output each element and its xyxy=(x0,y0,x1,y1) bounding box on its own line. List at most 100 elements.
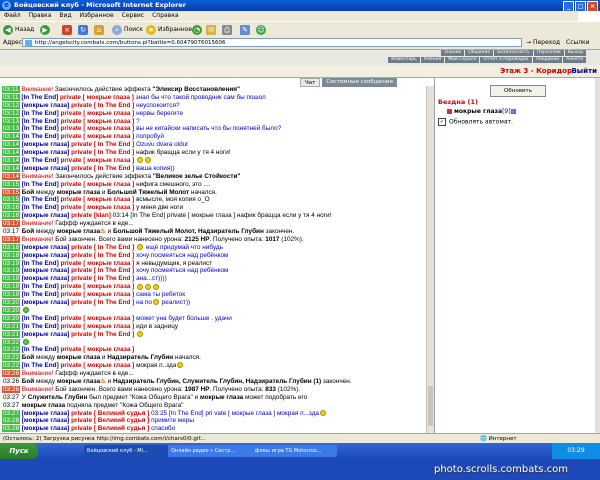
go-button[interactable]: → Переход xyxy=(526,39,560,46)
chat-timestamp[interactable]: 03:28 xyxy=(2,417,20,425)
chat-sender[interactable]: [In The End] xyxy=(22,118,59,125)
chat-timestamp[interactable]: 03:14 xyxy=(2,157,20,165)
chat-timestamp[interactable]: 03:21 xyxy=(2,330,20,338)
forward-button[interactable]: ▶ xyxy=(40,24,52,36)
chat-timestamp[interactable]: 03:28 xyxy=(2,425,20,433)
chat-private-target[interactable]: private [ In The End ] xyxy=(69,165,136,172)
chat-sender[interactable]: [мокрые глаза] xyxy=(22,425,70,432)
chat-timestamp[interactable]: 03:11 xyxy=(2,93,20,101)
chat-private-target[interactable]: private [ мокрые глаза ] xyxy=(59,315,136,322)
chat-private-target[interactable]: private [ мокрые глаза ] xyxy=(59,125,136,132)
chat-sender[interactable]: [In The End] xyxy=(22,260,59,267)
chat-private-target[interactable]: private [ Великий судья ] xyxy=(69,417,151,424)
chat-private-target[interactable]: private [ мокрые глаза ] xyxy=(59,283,136,290)
chat-sender[interactable]: [In The End] xyxy=(22,362,59,369)
search-button[interactable]: ⌕ Поиск xyxy=(112,24,143,36)
nav-skills[interactable]: Умения xyxy=(420,57,445,63)
chat-private-target[interactable]: private [ In The End ] xyxy=(69,244,136,251)
chat-private-target[interactable]: private [ In The End ] xyxy=(69,141,136,148)
chat-timestamp[interactable]: 03:22 xyxy=(2,338,20,346)
chat-sender[interactable]: [мокрые глаза] xyxy=(22,252,70,259)
chat-timestamp[interactable]: 03:18 xyxy=(2,243,20,251)
links-button[interactable]: Ссылки xyxy=(566,39,590,46)
chat-sender[interactable]: [In The End] xyxy=(22,291,59,298)
chat-timestamp[interactable]: 03:27 xyxy=(2,409,20,417)
chat-sender[interactable]: [мокрые глаза] xyxy=(22,331,70,338)
nav-inventory[interactable]: Инвентарь xyxy=(388,57,420,63)
chat-sender[interactable]: [In The End] xyxy=(21,94,58,101)
chat-private-target[interactable]: private [ мокрые глаза ] xyxy=(59,157,136,164)
chat-timestamp[interactable]: 03:19 xyxy=(2,291,20,299)
task-radio[interactable]: Онлайн радио » Систр... xyxy=(168,445,253,457)
chat-private-target[interactable]: private [ In The End ] xyxy=(69,252,136,259)
nav-duels[interactable]: Поединки xyxy=(532,57,563,63)
chat-private-target[interactable]: private [ мокрые глаза ] xyxy=(59,196,136,203)
menu-file[interactable]: Файл xyxy=(4,12,21,19)
favorites-button[interactable]: ★ Избранное xyxy=(146,24,192,36)
player-name[interactable]: мокрые глаза xyxy=(454,108,502,115)
chat-private-target[interactable]: private [ Великий судья ] xyxy=(69,425,151,432)
chat-sender[interactable]: [мокрые глаза] xyxy=(22,212,70,219)
print-button[interactable]: ⎙ xyxy=(222,24,234,36)
chat-timestamp[interactable]: 03:17 xyxy=(2,220,20,228)
chat-timestamp[interactable]: 03:20 xyxy=(2,314,20,322)
nav-transfer-report[interactable]: Отчет о переводах xyxy=(480,57,532,63)
chat-sender[interactable]: [мокрые глаза] xyxy=(22,141,70,148)
chat-sender[interactable]: [мокрые глаза] xyxy=(22,102,70,109)
chat-timestamp[interactable]: 03:16 xyxy=(2,212,20,220)
task-flash-game[interactable]: флеш игра TG Motocros... xyxy=(252,445,337,457)
chat-timestamp[interactable]: 03:27 xyxy=(2,394,20,401)
chat-timestamp[interactable]: 03:19 xyxy=(2,267,20,275)
chat-timestamp[interactable]: 03:18 xyxy=(2,251,20,259)
system-tray[interactable]: 03:29 xyxy=(552,443,600,459)
chat-private-target[interactable]: private [ In The End ] xyxy=(69,331,136,338)
stop-button[interactable]: × xyxy=(62,24,74,36)
chat-timestamp[interactable]: 03:13 xyxy=(2,125,20,133)
chat-timestamp[interactable]: 03:13 xyxy=(2,117,20,125)
chat-sender[interactable]: [мокрые глаза] xyxy=(22,299,70,306)
chat-sender[interactable]: [In The End] xyxy=(22,346,59,353)
chat-sender[interactable]: [In The End] xyxy=(22,125,59,132)
chat-scrollbar[interactable] xyxy=(426,86,434,462)
nav-communication[interactable]: Общение xyxy=(465,50,494,56)
chat-sender[interactable]: [мокрые глаза] xyxy=(22,275,70,282)
chat-timestamp[interactable]: 03:12 xyxy=(2,101,20,109)
refresh-room-button[interactable]: Обновить xyxy=(490,85,546,97)
menu-view[interactable]: Вид xyxy=(59,12,71,19)
chat-sender[interactable]: [In The End] xyxy=(22,196,59,203)
chat-timestamp[interactable]: 03:27 xyxy=(2,402,20,409)
menu-help[interactable]: Справка xyxy=(152,12,178,19)
refresh-button[interactable]: ↻ xyxy=(78,24,90,36)
chat-private-target[interactable]: private [ мокрые глаза ] xyxy=(58,94,135,101)
chat-private-target[interactable]: private [ мокрые глаза ] xyxy=(59,133,136,140)
info-icon[interactable]: i xyxy=(510,109,516,114)
chat-timestamp[interactable]: 03:14 xyxy=(2,172,20,180)
nav-exit[interactable]: Выход xyxy=(564,50,586,56)
chat-timestamp[interactable]: 03:22 xyxy=(2,362,20,370)
chat-sender[interactable]: [мокрые глаза] xyxy=(22,149,70,156)
chat-private-target[interactable]: private [ мокрые глаза ] xyxy=(59,323,136,330)
mail-button[interactable]: ✉ xyxy=(206,24,218,36)
chat-sender[interactable]: [In The End] xyxy=(22,157,59,164)
chat-sender[interactable]: [мокрые глаза] xyxy=(22,244,70,251)
chat-private-target[interactable]: private [ мокрые глаза ] xyxy=(59,291,136,298)
menu-favorites[interactable]: Избранное xyxy=(80,12,114,19)
chat-private-target[interactable]: private [ Великий судья ] xyxy=(69,410,151,417)
room-player[interactable]: мокрые глаза[9] i xyxy=(447,108,516,115)
chat-sender[interactable]: [мокрые глаза] xyxy=(22,410,70,417)
chat-sender[interactable]: [мокрые глаза] xyxy=(22,267,70,274)
chat-sender[interactable]: [In The End] xyxy=(22,181,59,188)
chat-timestamp[interactable]: 03:22 xyxy=(2,346,20,354)
chat-private-target[interactable]: private [ мокрые глаза ] xyxy=(59,110,136,117)
edit-button[interactable]: ✎ xyxy=(240,24,252,36)
chat-private-target[interactable]: private [ мокрые глаза ] xyxy=(59,204,136,211)
chat-timestamp[interactable]: 03:26 xyxy=(2,370,20,378)
exit-link[interactable]: Выйти xyxy=(571,66,597,76)
nav-my-scroll[interactable]: Мой Скролл xyxy=(445,57,480,63)
chat-private-target[interactable]: private [ мокрые глаза ] xyxy=(59,118,136,125)
chat-timestamp[interactable]: 03:14 xyxy=(2,141,20,149)
chat-private-target[interactable]: private [ In The End ] xyxy=(69,267,136,274)
chat-timestamp[interactable]: 03:14 xyxy=(2,164,20,172)
chat-timestamp[interactable]: 03:15 xyxy=(2,196,20,204)
chat-sender[interactable]: [In The End] xyxy=(22,110,59,117)
